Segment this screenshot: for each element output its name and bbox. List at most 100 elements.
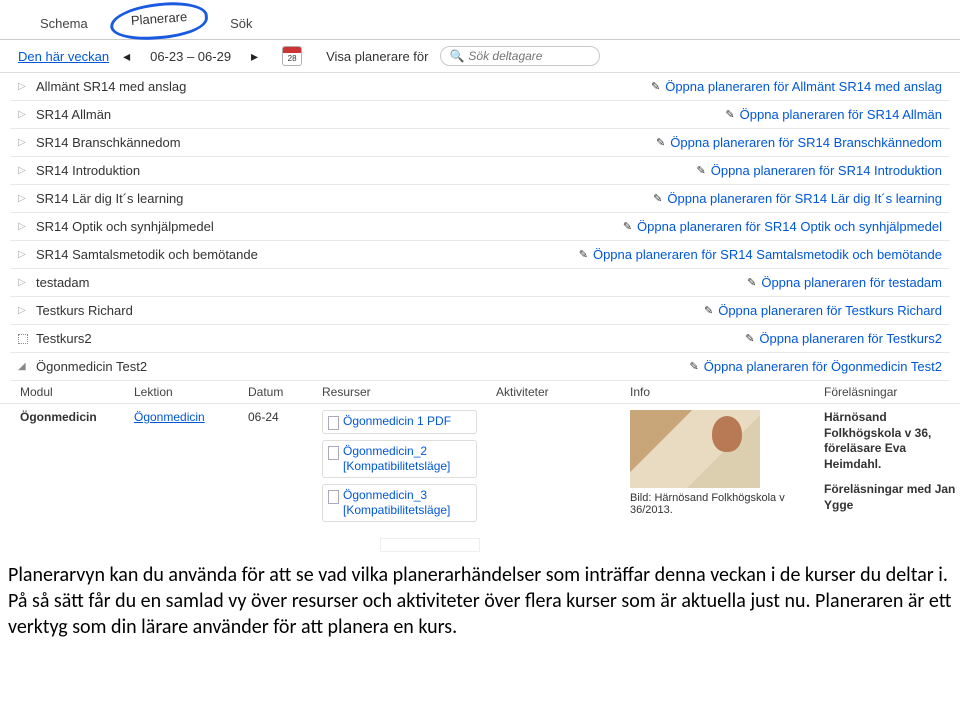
tool-icon: ✎ — [656, 136, 665, 149]
open-planner-link-text: Öppna planeraren för SR14 Lär dig It´s l… — [667, 191, 942, 206]
document-icon — [328, 416, 339, 430]
course-row: Testkurs2 ✎Öppna planeraren för Testkurs2 — [10, 325, 950, 353]
tool-icon: ✎ — [623, 220, 632, 233]
course-name[interactable]: Testkurs2 — [36, 331, 92, 346]
course-name[interactable]: SR14 Optik och synhjälpmedel — [36, 219, 214, 234]
document-icon — [328, 490, 339, 504]
course-name[interactable]: SR14 Branschkännedom — [36, 135, 181, 150]
show-planner-for-label: Visa planerare för — [326, 49, 428, 64]
open-planner-link[interactable]: ✎Öppna planeraren för Allmänt SR14 med a… — [651, 79, 942, 94]
open-planner-link[interactable]: ✎ Öppna planeraren för Testkurs Richard — [704, 303, 942, 318]
col-datum: Datum — [248, 385, 318, 399]
disclosure-icon[interactable] — [18, 334, 28, 344]
detail-lektion-link[interactable]: Ögonmedicin — [134, 410, 205, 424]
disclosure-icon[interactable]: ▷ — [18, 109, 28, 120]
tool-icon: ✎ — [653, 192, 662, 205]
col-info: Info — [630, 385, 820, 399]
open-planner-link-text: Öppna planeraren för SR14 Allmän — [740, 107, 942, 122]
detail-info: Bild: Härnösand Folkhögskola v 36/2013. — [630, 410, 820, 516]
disclosure-icon[interactable]: ▷ — [18, 249, 28, 260]
disclosure-icon[interactable]: ▷ — [18, 221, 28, 232]
disclosure-icon[interactable]: ▷ — [18, 81, 28, 92]
course-row: ▷ testadam ✎ Öppna planeraren för testadam — [10, 269, 950, 297]
course-row: ▷ SR14 Optik och synhjälpmedel ✎ Öppna plan… — [10, 213, 950, 241]
open-planner-link-text: Öppna planeraren för SR14 Introduktion — [711, 163, 942, 178]
course-row: ▷ SR14 Branschkännedom ✎Öppna planeraren f… — [10, 129, 950, 157]
disclosure-icon[interactable]: ▷ — [18, 305, 28, 316]
open-planner-link-text: Öppna planeraren för testadam — [761, 275, 942, 290]
course-list: ▷Allmänt SR14 med anslag✎Öppna planerare… — [0, 73, 960, 381]
detail-resources: Ögonmedicin 1 PDF Ögonmedicin_2 [Kompatib… — [322, 410, 492, 528]
course-name[interactable]: SR14 Samtalsmetodik och bemötande — [36, 247, 258, 262]
tool-icon: ✎ — [651, 80, 660, 93]
document-icon — [328, 446, 339, 460]
open-planner-link[interactable]: ✎ Öppna planeraren för SR14 Lär dig It´s … — [653, 191, 942, 206]
col-lektion: Lektion — [134, 385, 244, 399]
calendar-icon[interactable]: 28 — [282, 46, 302, 66]
tool-icon: ✎ — [690, 360, 699, 373]
extra-resource-box[interactable] — [380, 538, 480, 552]
tool-icon: ✎ — [704, 304, 713, 317]
fore-text-2: Föreläsningar med Jan Ygge — [824, 482, 960, 513]
open-planner-link-text: Öppna planeraren för SR14 Samtalsmetodik… — [593, 247, 942, 262]
info-thumbnail[interactable] — [630, 410, 760, 488]
course-row: ▷ SR14 Samtalsmetodik och bemötande ✎ Öppna… — [10, 241, 950, 269]
resource-label: Ögonmedicin_2 [Kompatibilitetsläge] — [343, 444, 471, 474]
open-planner-link-text: Öppna planeraren för Ögonmedicin Test2 — [704, 359, 942, 374]
detail-value-row: Ögonmedicin Ögonmedicin 06-24 Ögonmedici… — [0, 404, 960, 532]
disclosure-icon[interactable]: ▷ — [18, 193, 28, 204]
resource-item[interactable]: Ögonmedicin 1 PDF — [322, 410, 477, 434]
tab-planerare[interactable]: Planerare — [109, 0, 210, 42]
tool-icon: ✎ — [579, 248, 588, 261]
course-name[interactable]: Ögonmedicin Test2 — [36, 359, 147, 374]
open-planner-link[interactable]: ✎ Öppna planeraren för SR14 Introduktion — [697, 163, 942, 178]
course-row: ▷ SR14 Lär dig It´s learning ✎ Öppna planer… — [10, 185, 950, 213]
course-row: ▷ SR14 Introduktion ✎ Öppna planeraren för … — [10, 157, 950, 185]
search-icon: 🔍 — [449, 49, 464, 63]
open-planner-link-text: Öppna planeraren för Testkurs Richard — [718, 303, 942, 318]
fore-text-1: Härnösand Folkhögskola v 36, föreläsare … — [824, 410, 960, 472]
disclosure-icon[interactable]: ▷ — [18, 277, 28, 288]
search-participant-input[interactable] — [468, 49, 588, 63]
prev-week-button[interactable]: ◂ — [115, 48, 138, 65]
course-name[interactable]: testadam — [36, 275, 89, 290]
open-planner-link[interactable]: ✎ Öppna planeraren för testadam — [747, 275, 942, 290]
course-name[interactable]: SR14 Allmän — [36, 107, 111, 122]
search-participant-box[interactable]: 🔍 — [440, 46, 600, 66]
tool-icon: ✎ — [747, 276, 756, 289]
open-planner-link[interactable]: ✎Öppna planeraren för SR14 Allmän — [725, 107, 942, 122]
course-name[interactable]: Testkurs Richard — [36, 303, 133, 318]
next-week-button[interactable]: ▸ — [243, 48, 266, 65]
open-planner-link[interactable]: ✎Öppna planeraren för Testkurs2 — [745, 331, 942, 346]
disclosure-icon[interactable]: ◢ — [18, 361, 28, 372]
resource-item[interactable]: Ögonmedicin_2 [Kompatibilitetsläge] — [322, 440, 477, 478]
disclosure-icon[interactable]: ▷ — [18, 137, 28, 148]
resource-item[interactable]: Ögonmedicin_3 [Kompatibilitetsläge] — [322, 484, 477, 522]
open-planner-link[interactable]: ✎ Öppna planeraren för SR14 Samtalsmetodi… — [579, 247, 942, 262]
course-name[interactable]: SR14 Introduktion — [36, 163, 140, 178]
planner-toolbar: Den här veckan ◂ 06-23 – 06-29 ▸ 28 Visa… — [0, 40, 960, 73]
detail-header-row: Modul Lektion Datum Resurser Aktiviteter… — [0, 381, 960, 404]
course-name[interactable]: Allmänt SR14 med anslag — [36, 79, 186, 94]
calendar-day-number: 28 — [283, 53, 301, 64]
col-modul: Modul — [20, 385, 130, 399]
course-row: ◢ Ögonmedicin Test2 ✎ Öppna planeraren för … — [10, 353, 950, 381]
open-planner-link-text: Öppna planeraren för SR14 Optik och synh… — [637, 219, 942, 234]
col-aktiviteter: Aktiviteter — [496, 385, 626, 399]
course-name[interactable]: SR14 Lär dig It´s learning — [36, 191, 183, 206]
tab-schema[interactable]: Schema — [18, 8, 110, 39]
tab-sok[interactable]: Sök — [208, 8, 274, 39]
tool-icon: ✎ — [697, 164, 706, 177]
tool-icon: ✎ — [745, 332, 754, 345]
col-forelasningar: Föreläsningar — [824, 385, 960, 399]
open-planner-link[interactable]: ✎ Öppna planeraren för Ögonmedicin Test2 — [690, 359, 942, 374]
open-planner-link[interactable]: ✎Öppna planeraren för SR14 Branschkänned… — [656, 135, 942, 150]
detail-modul: Ögonmedicin — [20, 410, 130, 424]
date-range-label: 06-23 – 06-29 — [144, 49, 237, 64]
detail-forelasningar: Härnösand Folkhögskola v 36, föreläsare … — [824, 410, 960, 514]
tabs-bar: Schema Planerare Sök — [0, 0, 960, 40]
open-planner-link[interactable]: ✎ Öppna planeraren för SR14 Optik och syn… — [623, 219, 942, 234]
resource-label: Ögonmedicin 1 PDF — [343, 414, 451, 429]
disclosure-icon[interactable]: ▷ — [18, 165, 28, 176]
this-week-link[interactable]: Den här veckan — [18, 49, 109, 64]
